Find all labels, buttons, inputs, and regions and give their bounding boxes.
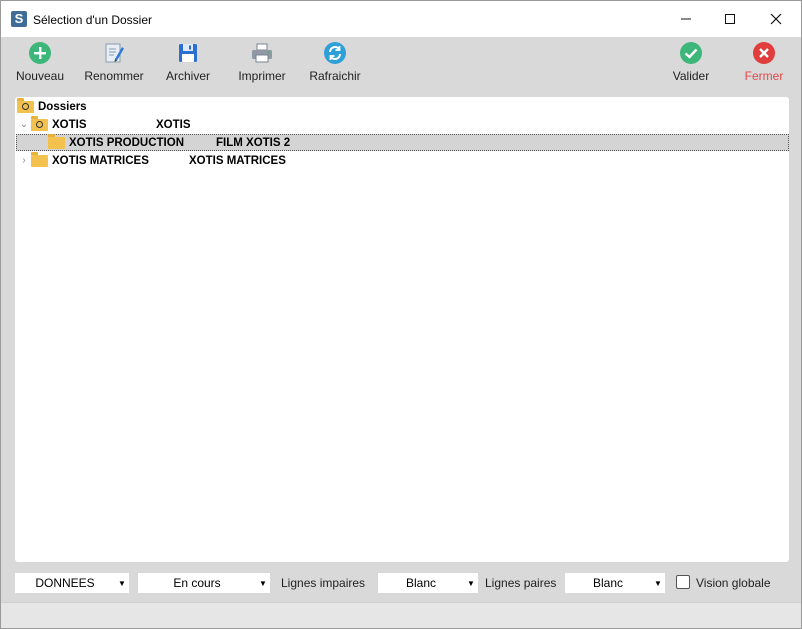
lignes-paires-value: Blanc xyxy=(592,576,624,590)
tree-item-name: XOTIS xyxy=(52,118,87,131)
dossier-tree-panel: Dossiers ⌄ XOTIS XOTIS XOTIS PRODUCTION … xyxy=(15,97,789,562)
imprimer-label: Imprimer xyxy=(238,69,286,83)
dropdown-arrow-icon: ▼ xyxy=(654,578,662,588)
tree-root[interactable]: Dossiers xyxy=(17,97,87,115)
tree-item-desc: XOTIS MATRICES xyxy=(189,154,286,167)
toolbar: Nouveau Renommer Archiver Imprimer Rafra… xyxy=(1,37,801,87)
archiver-label: Archiver xyxy=(165,69,210,83)
tree-item-desc: FILM XOTIS 2 xyxy=(216,136,291,149)
tree-root-label: Dossiers xyxy=(38,100,87,113)
donnees-select[interactable]: DONNEES ▼ xyxy=(15,573,129,593)
minimize-icon xyxy=(681,18,691,20)
renommer-button[interactable]: Renommer xyxy=(81,41,147,87)
tree-item-xotis-production[interactable]: XOTIS PRODUCTION FILM XOTIS 2 xyxy=(16,133,789,151)
minimize-button[interactable] xyxy=(663,1,709,37)
lignes-impaires-label: Lignes impaires xyxy=(281,576,366,590)
folder-search-icon xyxy=(31,115,48,131)
dropdown-arrow-icon: ▼ xyxy=(467,578,475,588)
rafraichir-label: Rafraichir xyxy=(309,69,361,83)
fermer-button[interactable]: Fermer xyxy=(739,41,789,87)
vision-globale-label: Vision globale xyxy=(696,576,771,590)
nouveau-button[interactable]: Nouveau xyxy=(13,41,67,87)
rename-document-icon xyxy=(105,43,124,63)
close-icon xyxy=(770,13,782,25)
lignes-impaires-select[interactable]: Blanc ▼ xyxy=(378,573,478,593)
refresh-icon xyxy=(324,42,346,64)
title-bar: S Sélection d'un Dossier xyxy=(1,1,801,37)
imprimer-button[interactable]: Imprimer xyxy=(233,41,291,87)
close-circle-icon xyxy=(753,42,775,64)
app-icon: S xyxy=(11,11,27,27)
maximize-icon xyxy=(725,14,735,24)
lignes-paires-label: Lignes paires xyxy=(485,576,557,590)
tree-item-name: XOTIS MATRICES xyxy=(52,154,149,167)
fermer-label: Fermer xyxy=(744,69,784,83)
plus-circle-icon xyxy=(29,42,51,64)
tree-item-desc: XOTIS xyxy=(156,118,191,131)
vision-globale-checkbox[interactable] xyxy=(676,575,690,589)
filter-bar: DONNEES ▼ En cours ▼ Lignes impaires Bla… xyxy=(1,569,801,597)
folder-icon xyxy=(48,133,65,149)
status-bar xyxy=(1,602,801,628)
window-title: Sélection d'un Dossier xyxy=(33,13,153,27)
close-button[interactable] xyxy=(753,1,799,37)
dropdown-arrow-icon: ▼ xyxy=(118,578,126,588)
renommer-label: Renommer xyxy=(84,69,144,83)
dropdown-arrow-icon: ▼ xyxy=(259,578,267,588)
check-circle-icon xyxy=(680,42,702,64)
tree-item-name: XOTIS PRODUCTION xyxy=(69,136,185,149)
dossier-selection-window: S Sélection d'un Dossier Nouveau Renomme… xyxy=(0,0,802,629)
chevron-right-icon[interactable]: › xyxy=(19,155,29,166)
rafraichir-button[interactable]: Rafraichir xyxy=(305,41,365,87)
nouveau-label: Nouveau xyxy=(15,69,65,83)
statut-value: En cours xyxy=(173,576,221,590)
statut-select[interactable]: En cours ▼ xyxy=(138,573,270,593)
valider-button[interactable]: Valider xyxy=(667,41,715,87)
tree-item-xotis-matrices[interactable]: › XOTIS MATRICES XOTIS MATRICES xyxy=(19,151,286,169)
valider-label: Valider xyxy=(672,69,710,83)
folder-search-icon xyxy=(17,97,34,113)
archiver-button[interactable]: Archiver xyxy=(161,41,215,87)
save-disk-icon xyxy=(179,44,197,62)
lignes-paires-select[interactable]: Blanc ▼ xyxy=(565,573,665,593)
tree-item-xotis[interactable]: ⌄ XOTIS XOTIS xyxy=(19,115,191,133)
maximize-button[interactable] xyxy=(707,1,753,37)
chevron-down-icon[interactable]: ⌄ xyxy=(19,119,29,130)
lignes-impaires-value: Blanc xyxy=(405,576,437,590)
folder-icon xyxy=(31,151,48,167)
printer-icon xyxy=(252,43,272,63)
donnees-value: DONNEES xyxy=(35,576,95,590)
